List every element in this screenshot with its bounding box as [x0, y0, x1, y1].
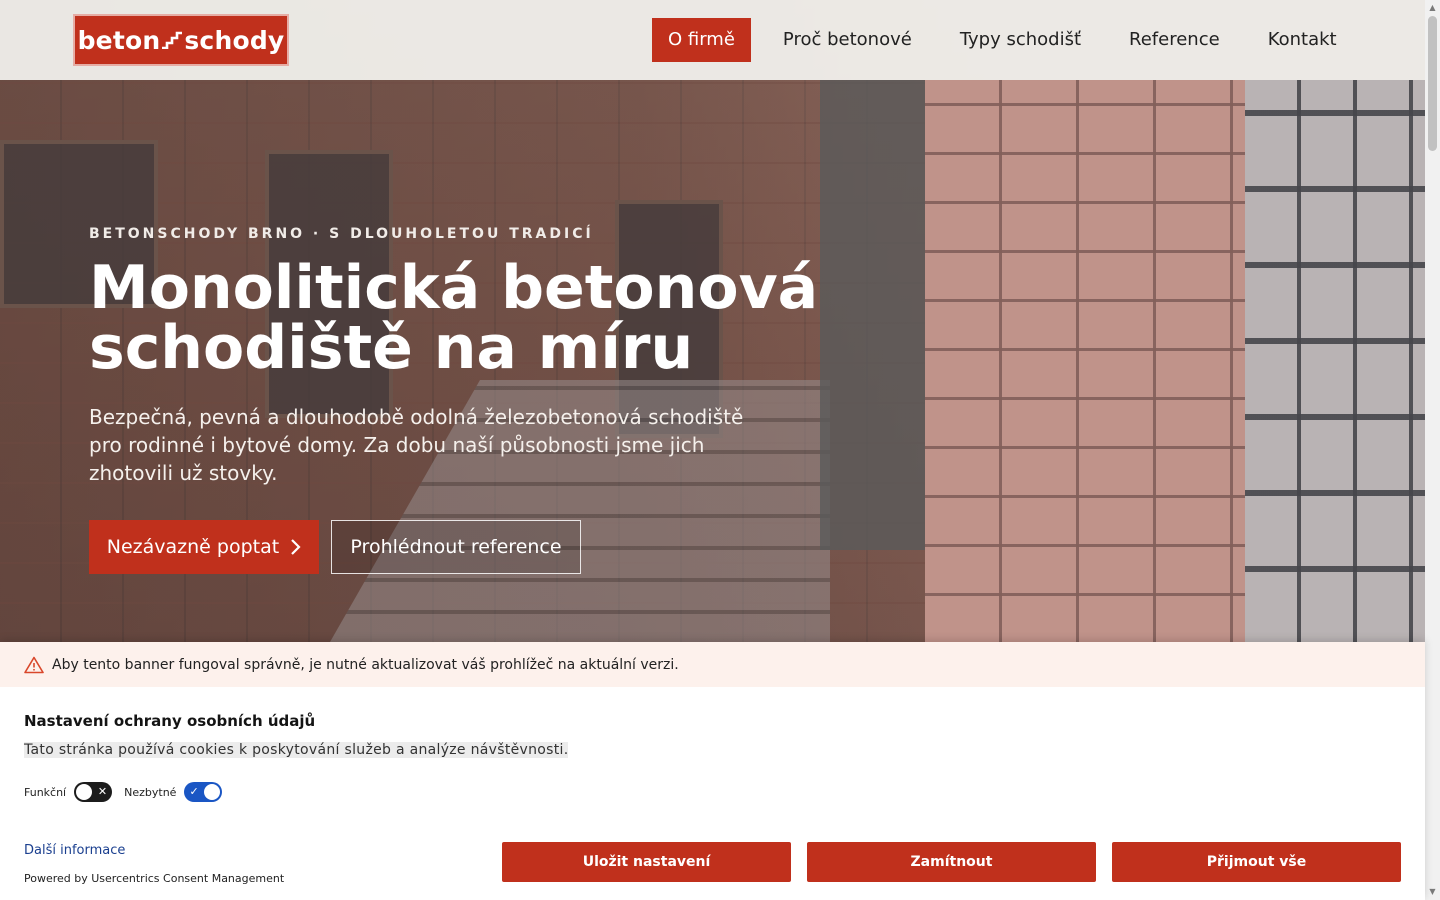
toggle-knob	[76, 784, 93, 800]
toggle-knob	[204, 784, 221, 800]
consent-toggles: Funkční ✕ Nezbytné ✓	[24, 782, 234, 802]
chevron-right-icon	[291, 539, 301, 555]
view-references-button[interactable]: Prohlédnout reference	[331, 520, 581, 574]
logo-text-left: beton	[77, 25, 161, 55]
consent-description: Tato stránka používá cookies k poskytová…	[24, 742, 569, 758]
logo-text-right: schody	[184, 25, 285, 55]
browser-warning: Aby tento banner fungoval správně, je nu…	[0, 642, 1425, 687]
scrollbar-thumb[interactable]	[1428, 16, 1437, 151]
hero-lead: Bezpečná, pevná a dlouhodobě odolná žele…	[89, 405, 744, 485]
scaffolding	[1245, 80, 1425, 642]
cookie-consent-banner: Aby tento banner fungoval správně, je nu…	[0, 642, 1425, 900]
nav-item-reference[interactable]: Reference	[1113, 18, 1236, 62]
x-icon: ✕	[97, 785, 108, 798]
page-scrollbar[interactable]: ▲ ▼	[1425, 0, 1440, 900]
toggle-functional[interactable]: ✕	[74, 782, 113, 802]
nav-item-proc-betonove[interactable]: Proč betonové	[767, 18, 928, 62]
toggle-essential[interactable]: ✓	[184, 782, 223, 802]
toggle-functional-label: Funkční	[24, 785, 67, 799]
check-icon: ✓	[189, 785, 199, 798]
powered-by-text: Powered by Usercentrics Consent Manageme…	[24, 872, 285, 885]
warning-triangle-icon	[24, 656, 44, 673]
browser-warning-text: Aby tento banner fungoval správně, je nu…	[52, 656, 679, 673]
toggle-essential-label: Nezbytné	[124, 785, 177, 799]
page: beton schody O firmě Proč betonové Typy …	[0, 0, 1440, 900]
stair-icon	[162, 31, 183, 49]
main-nav: O firmě Proč betonové Typy schodišť Refe…	[652, 18, 1369, 62]
scroll-up-icon[interactable]: ▲	[1428, 3, 1437, 13]
accept-all-button[interactable]: Přijmout vše	[1112, 842, 1401, 882]
site-logo[interactable]: beton schody	[73, 14, 289, 66]
deny-button[interactable]: Zamítnout	[807, 842, 1096, 882]
save-settings-button[interactable]: Uložit nastavení	[502, 842, 791, 882]
scroll-down-icon[interactable]: ▼	[1428, 887, 1437, 897]
hero-eyebrow: BETONSCHODY BRNO · S DLOUHOLETOU TRADICÍ	[89, 226, 594, 242]
site-header: beton schody O firmě Proč betonové Typy …	[0, 0, 1425, 80]
nav-item-o-firme[interactable]: O firmě	[652, 18, 751, 62]
consent-title: Nastavení ochrany osobních údajů	[24, 712, 316, 730]
inquiry-button-label: Nezávazně poptat	[106, 536, 280, 558]
nav-item-typy-schodist[interactable]: Typy schodišť	[944, 18, 1097, 62]
more-info-link[interactable]: Další informace	[24, 843, 125, 858]
nav-item-kontakt[interactable]: Kontakt	[1252, 18, 1353, 62]
hero-headline: Monolitická betonová schodiště na míru	[89, 258, 889, 378]
block-wall	[925, 80, 1255, 642]
hero-headline-line2: schodiště na míru	[89, 313, 694, 383]
inquiry-button[interactable]: Nezávazně poptat	[89, 520, 319, 574]
